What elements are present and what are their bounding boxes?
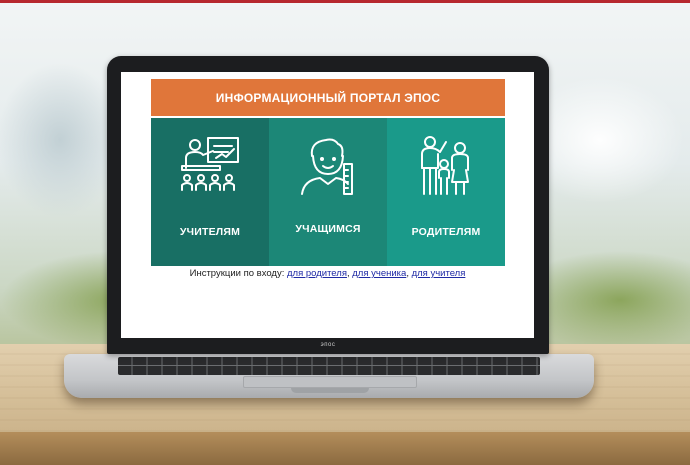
- separator: ,: [346, 268, 350, 279]
- tile-students-label: УЧАЩИМСЯ: [295, 223, 361, 235]
- login-instructions: Инструкции по входу: для родителя, для у…: [121, 268, 534, 279]
- laptop-trackpad: [243, 376, 417, 388]
- laptop-notch: [291, 388, 369, 393]
- parents-icon: [421, 136, 469, 195]
- instructions-prefix: Инструкции по входу:: [189, 268, 285, 279]
- role-tiles: УЧИТЕЛЯМ УЧАЩИМСЯ РОДИТЕЛЯМ: [151, 118, 505, 266]
- portal-title: ИНФОРМАЦИОННЫЙ ПОРТАЛ ЭПОС: [215, 90, 441, 105]
- tile-teachers-label: УЧИТЕЛЯМ: [179, 226, 241, 238]
- portal-header: ИНФОРМАЦИОННЫЙ ПОРТАЛ ЭПОС: [151, 79, 505, 116]
- laptop-brand-label: эпос: [320, 342, 336, 348]
- teacher-icon: [181, 137, 239, 191]
- link-parent-instructions[interactable]: для родителя: [287, 268, 347, 279]
- desk-edge: [0, 432, 690, 465]
- tile-teachers[interactable]: УЧИТЕЛЯМ: [151, 118, 269, 266]
- laptop-screen: ИНФОРМАЦИОННЫЙ ПОРТАЛ ЭПОС УЧИТЕЛЯМ УЧАЩ…: [121, 72, 534, 338]
- tile-students[interactable]: УЧАЩИМСЯ: [269, 118, 387, 266]
- student-icon: [301, 138, 353, 195]
- separator: ,: [406, 268, 409, 279]
- link-teacher-instructions[interactable]: для учителя: [412, 268, 466, 279]
- laptop-keyboard: [118, 357, 540, 375]
- tile-parents-label: РОДИТЕЛЯМ: [411, 226, 481, 238]
- tile-parents[interactable]: РОДИТЕЛЯМ: [387, 118, 505, 266]
- link-student-instructions[interactable]: для ученика: [352, 268, 406, 279]
- top-stripe: [0, 0, 690, 3]
